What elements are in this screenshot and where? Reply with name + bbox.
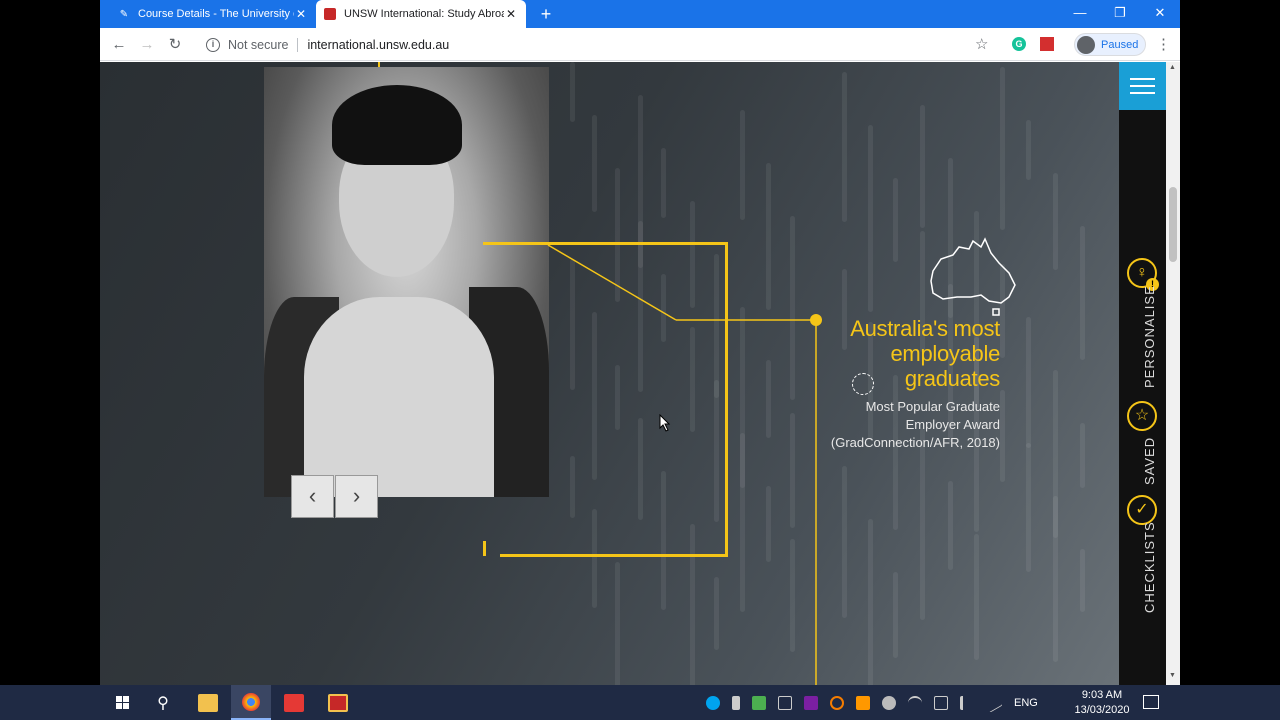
more-menu-icon[interactable]: ⋮ <box>1156 35 1171 53</box>
unsw-favicon-icon <box>324 8 336 20</box>
loading-spinner-icon <box>852 373 874 395</box>
side-panel: ♀ ! PERSONALISE ☆ SAVED ✓ CHECKLISTS <box>1119 62 1166 685</box>
usb-icon[interactable] <box>732 695 740 710</box>
browser-toolbar: ← → ↻ i Not secure international.unsw.ed… <box>100 28 1180 61</box>
app-icon[interactable] <box>318 685 358 720</box>
system-tray: ENG <box>700 685 1038 720</box>
window-controls: — ❐ ✕ <box>1060 0 1180 28</box>
info-icon[interactable]: i <box>206 37 220 52</box>
display-icon[interactable] <box>778 695 792 710</box>
skype-icon[interactable] <box>706 695 720 710</box>
new-tab-plus-icon[interactable]: + <box>534 2 558 26</box>
language-indicator[interactable]: ENG <box>1014 697 1038 709</box>
windows-taskbar: ⚲ ENG 9:03 AM 13/03/2020 <box>0 685 1280 720</box>
volume-icon[interactable] <box>960 695 974 710</box>
close-icon[interactable]: ✕ <box>294 7 308 21</box>
shield-icon[interactable] <box>752 695 766 710</box>
clock-date: 13/03/2020 <box>1074 704 1130 716</box>
side-label-saved: SAVED <box>1142 436 1157 485</box>
wifi-icon[interactable] <box>908 695 922 710</box>
onenote-icon[interactable] <box>804 695 818 710</box>
tab-strip: ✎ Course Details - The University of ✕ U… <box>100 0 1180 28</box>
star-icon: ☆ <box>1127 401 1157 431</box>
windows-start-icon[interactable] <box>108 685 136 720</box>
tab-unsw-international[interactable]: UNSW International: Study Abroad ✕ <box>316 0 526 28</box>
australia-map-icon <box>930 237 1016 316</box>
url-text[interactable]: international.unsw.edu.au <box>307 38 449 52</box>
battery-icon[interactable] <box>934 695 948 710</box>
browser-window: ✎ Course Details - The University of ✕ U… <box>100 0 1180 685</box>
profile-label: Paused <box>1101 38 1139 51</box>
side-item-checklists[interactable]: ✓ CHECKLISTS <box>1119 495 1166 615</box>
forward-arrow-icon[interactable]: → <box>136 34 158 56</box>
avatar <box>1077 35 1095 54</box>
tab-title: UNSW International: Study Abroad <box>344 8 504 20</box>
scroll-thumb[interactable] <box>1169 187 1177 262</box>
page-content: ‹ › Australia's most employable graduate… <box>100 62 1166 685</box>
tab-course-details[interactable]: ✎ Course Details - The University of ✕ <box>110 0 316 28</box>
scroll-up-icon[interactable]: ▲ <box>1169 64 1176 71</box>
stat-title: Australia's most employable graduates <box>850 316 1000 391</box>
page-scrollbar[interactable]: ▲ ▼ <box>1166 62 1180 685</box>
clock[interactable]: 9:03 AM 13/03/2020 <box>1072 688 1132 718</box>
desktop-gutter-left <box>0 0 100 685</box>
scroll-down-icon[interactable]: ▼ <box>1169 672 1176 679</box>
security-label: Not secure <box>228 37 289 52</box>
grammarly-extension-icon[interactable]: G <box>1012 37 1026 51</box>
app-tray-icon[interactable] <box>856 695 870 710</box>
desktop-gutter-right <box>1180 0 1280 685</box>
divider <box>297 37 299 52</box>
cloud-icon[interactable] <box>882 695 896 710</box>
restore-icon[interactable]: ❐ <box>1100 0 1140 28</box>
connector-lines <box>547 244 822 685</box>
pen-icon[interactable] <box>983 692 1003 713</box>
side-item-personalise[interactable]: ♀ ! PERSONALISE <box>1119 258 1166 393</box>
tab-title: Course Details - The University of <box>138 8 294 20</box>
mouse-cursor-icon <box>659 414 671 432</box>
extension-icon[interactable] <box>1040 37 1054 51</box>
search-icon[interactable]: ⚲ <box>150 685 176 720</box>
side-label-personalise: PERSONALISE <box>1142 285 1157 388</box>
acrobat-icon[interactable] <box>274 685 314 720</box>
side-label-checklists: CHECKLISTS <box>1142 521 1157 613</box>
profile-button[interactable]: Paused <box>1074 33 1146 56</box>
slider-prev-button[interactable]: ‹ <box>291 475 334 518</box>
stat-description: Most Popular Graduate Employer Award (Gr… <box>830 399 1000 450</box>
window-close-icon[interactable]: ✕ <box>1140 0 1180 28</box>
close-icon[interactable]: ✕ <box>504 7 518 21</box>
slider-next-button[interactable]: › <box>335 475 378 518</box>
notification-icon[interactable] <box>1143 695 1159 709</box>
side-item-saved[interactable]: ☆ SAVED <box>1119 401 1166 486</box>
back-arrow-icon[interactable]: ← <box>108 34 130 56</box>
minimize-icon[interactable]: — <box>1060 0 1100 28</box>
course-favicon-icon: ✎ <box>119 8 129 20</box>
address-bar[interactable]: i Not secure international.unsw.edu.au <box>196 32 1042 57</box>
hamburger-menu-icon[interactable] <box>1119 62 1166 110</box>
file-explorer-icon[interactable] <box>188 685 228 720</box>
search-app-icon[interactable] <box>830 695 844 710</box>
clock-time: 9:03 AM <box>1081 689 1123 701</box>
chrome-icon[interactable] <box>231 685 271 720</box>
reload-icon[interactable]: ↻ <box>164 34 186 56</box>
bookmark-star-icon[interactable]: ☆ <box>975 35 988 53</box>
